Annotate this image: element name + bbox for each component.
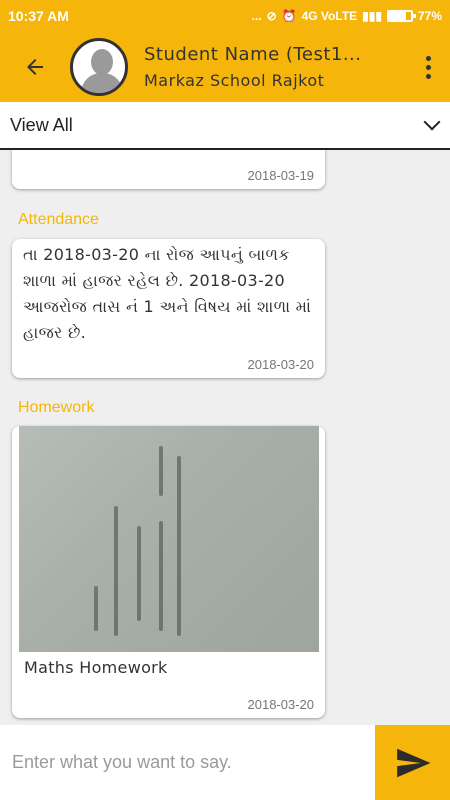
photo-detail [159, 446, 163, 496]
homework-caption: Maths Homework [24, 658, 168, 677]
status-bar: 10:37 AM ... ⊘ ⏰ 4G VoLTE ▮▮▮ 77% [0, 0, 450, 32]
battery-icon [386, 10, 416, 22]
notification-icons: ... [251, 9, 262, 23]
battery-fill [388, 12, 406, 20]
status-left: 10:37 AM [8, 8, 69, 24]
composer [0, 725, 450, 800]
alarm-icon: ⏰ [281, 9, 297, 23]
card-category: Attendance [18, 211, 99, 228]
card-message: તા 2018-03-20 ના રોજ આપનું બાળક શાળા માં… [23, 245, 312, 342]
dot-icon [425, 73, 431, 79]
photo-detail [94, 586, 98, 631]
card-date: 2018-03-20 [247, 697, 315, 712]
header-titles[interactable]: Student Name (Test1... Markaz School Raj… [144, 44, 406, 90]
data-saver-icon: ⊘ [266, 9, 277, 23]
photo-detail [159, 521, 163, 631]
chevron-down-icon [423, 113, 441, 131]
dot-icon [425, 64, 431, 70]
filter-dropdown[interactable]: View All [0, 102, 450, 150]
homework-photo[interactable] [19, 426, 319, 652]
arrow-left-icon [27, 59, 43, 75]
overflow-menu-button[interactable] [406, 32, 450, 102]
feed-card[interactable]: 2018-03-19 [12, 150, 325, 189]
feed-card[interactable]: Maths Homework 2018-03-20 [12, 426, 325, 718]
card-date: 2018-03-19 [247, 168, 315, 183]
avatar[interactable] [70, 38, 128, 96]
app-bar: Student Name (Test1... Markaz School Raj… [0, 32, 450, 102]
avatar-head [91, 49, 113, 75]
page-title: Student Name (Test1... [144, 44, 362, 65]
back-button[interactable] [0, 32, 70, 102]
status-right: ... ⊘ ⏰ 4G VoLTE ▮▮▮ 77% [252, 9, 442, 23]
card-category: Homework [18, 399, 95, 416]
status-time: 10:37 AM [8, 8, 69, 24]
page-subtitle: Markaz School Rajkot [144, 71, 325, 90]
filter-selected-label: View All [10, 114, 73, 135]
message-feed[interactable]: 2018-03-19 Attendance તા 2018-03-20 ના ર… [0, 150, 450, 725]
photo-detail [137, 526, 141, 621]
photo-detail [114, 506, 118, 636]
message-input[interactable] [0, 725, 375, 800]
signal-icon: ▮▮▮ [362, 9, 382, 23]
feed-card[interactable]: તા 2018-03-20 ના રોજ આપનું બાળક શાળા માં… [12, 239, 325, 378]
send-icon [396, 748, 430, 777]
network-label: 4G VoLTE [301, 9, 358, 23]
avatar-body [81, 73, 123, 93]
send-button[interactable] [375, 725, 450, 800]
dot-icon [425, 55, 431, 61]
photo-detail [177, 456, 181, 636]
battery-percent: 77% [417, 9, 442, 23]
card-date: 2018-03-20 [247, 357, 315, 372]
